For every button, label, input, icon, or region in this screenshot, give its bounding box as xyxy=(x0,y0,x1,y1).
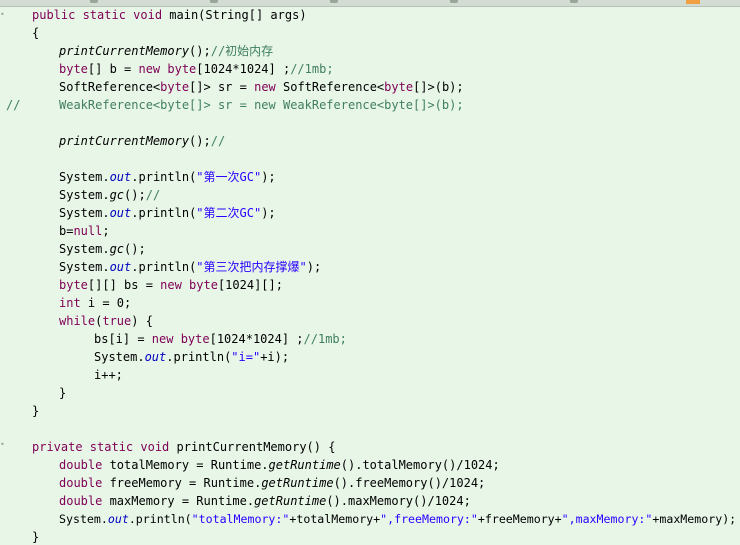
code-line-3: printCurrentMemory();//初始内存 xyxy=(59,44,274,58)
code-line-8: printCurrentMemory();// xyxy=(59,134,226,148)
ruler-tick xyxy=(90,0,98,3)
code-line-11: System.gc();// xyxy=(59,188,161,202)
code-line-2: { xyxy=(32,26,40,40)
code-line-5: SoftReference<byte[]> sr = new SoftRefer… xyxy=(59,80,464,94)
code-line-14: System.gc(); xyxy=(59,242,146,256)
code-line-16: byte[][] bs = new byte[1024][]; xyxy=(59,278,283,292)
code-line-20: System.out.println("i="+i); xyxy=(94,350,290,364)
code-line-28: double maxMemory = Runtime.getRuntime().… xyxy=(59,494,471,508)
code-line-13: b=null; xyxy=(59,224,110,238)
code-line-22: } xyxy=(59,386,67,400)
line-comment-marker: // xyxy=(6,98,21,112)
code-line-17: int i = 0; xyxy=(59,296,132,310)
code-line-4: byte[] b = new byte[1024*1024] ;//1mb; xyxy=(59,62,334,76)
fold-marker-icon[interactable]: • xyxy=(0,440,6,450)
code-line-26: double totalMemory = Runtime.getRuntime(… xyxy=(59,458,500,472)
code-line-21: i++; xyxy=(94,368,123,382)
code-line-10: System.out.println("第一次GC"); xyxy=(59,170,276,184)
code-line-12: System.out.println("第二次GC"); xyxy=(59,206,276,220)
code-line-23: } xyxy=(32,404,40,418)
code-line-30: } xyxy=(32,530,40,544)
marker-indicator xyxy=(686,0,700,4)
code-editor[interactable]: • • public static void main(String[] arg… xyxy=(0,0,740,545)
code-line-6: WeakReference<byte[]> sr = new WeakRefer… xyxy=(59,98,464,112)
code-line-25: private static void printCurrentMemory()… xyxy=(32,440,336,454)
code-line-29: System.out.println("totalMemory:"+totalM… xyxy=(59,512,737,526)
code-line-18: while(true) { xyxy=(59,314,153,328)
ruler-tick xyxy=(210,0,218,3)
ruler-tick xyxy=(330,0,338,3)
ruler-tick xyxy=(570,0,578,3)
code-line-27: double freeMemory = Runtime.getRuntime()… xyxy=(59,476,486,490)
ruler-tick xyxy=(450,0,458,3)
code-line-19: bs[i] = new byte[1024*1024] ;//1mb; xyxy=(94,332,347,346)
code-area[interactable]: • • public static void main(String[] arg… xyxy=(0,6,740,545)
code-line-1: public static void main(String[] args) xyxy=(32,8,307,22)
code-line-15: System.out.println("第三次把内存撑爆"); xyxy=(59,260,322,274)
fold-marker-icon[interactable]: • xyxy=(0,10,6,20)
